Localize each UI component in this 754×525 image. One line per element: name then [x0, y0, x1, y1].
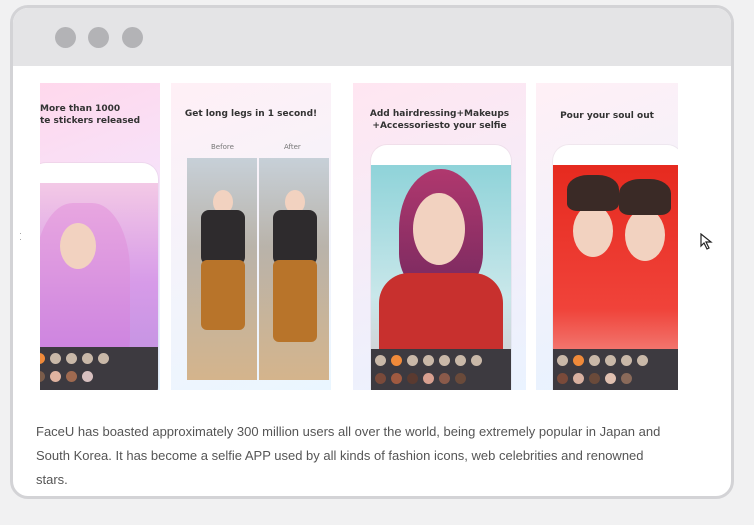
app-toolbar — [371, 349, 511, 390]
card-caption: More than 1000 te stickers released — [40, 103, 160, 127]
no-icon[interactable] — [375, 355, 386, 366]
window-dot-icon[interactable] — [55, 27, 76, 48]
sticker-icon[interactable] — [637, 355, 648, 366]
sticker-icon[interactable] — [50, 371, 61, 382]
window-dot-icon[interactable] — [88, 27, 109, 48]
sticker-icon[interactable] — [589, 373, 600, 384]
sticker-icon[interactable] — [439, 373, 450, 384]
caption-line: +Accessoriesto your selfie — [372, 121, 507, 131]
caption-line: Add hairdressing+Makeups — [369, 109, 510, 119]
sticker-icon[interactable] — [40, 371, 45, 382]
sticker-icon[interactable] — [391, 373, 402, 384]
sticker-icon[interactable] — [605, 355, 616, 366]
gallery-card-long-legs[interactable]: Get long legs in 1 second! Before After — [171, 83, 331, 390]
gallery-card-makeup[interactable]: Add hairdressing+Makeups +Accessoriesto … — [353, 83, 526, 390]
phone-screen — [371, 165, 511, 390]
phone-screen — [40, 183, 158, 390]
before-label: Before — [211, 143, 234, 151]
trousers — [273, 260, 317, 342]
phone-mockup — [371, 145, 511, 390]
after-label: After — [284, 143, 301, 151]
window-titlebar — [13, 8, 731, 66]
sticker-icon[interactable] — [391, 355, 402, 366]
sticker-icon[interactable] — [471, 355, 482, 366]
sticker-icon[interactable] — [557, 373, 568, 384]
face — [625, 209, 665, 261]
app-description: FaceU has boasted approximately 300 mill… — [36, 424, 661, 487]
face — [573, 205, 613, 257]
sticker-icon[interactable] — [66, 353, 77, 364]
sticker-icon[interactable] — [50, 353, 61, 364]
sticker-icon[interactable] — [407, 355, 418, 366]
sticker-icon[interactable] — [605, 373, 616, 384]
trousers — [201, 260, 245, 330]
sticker-icon[interactable] — [375, 373, 386, 384]
sticker-icon[interactable] — [439, 355, 450, 366]
mouse-cursor-icon — [699, 232, 715, 251]
sticker-icon[interactable] — [82, 353, 93, 364]
card-caption: Get long legs in 1 second! — [184, 109, 318, 119]
sticker-icon[interactable] — [407, 373, 418, 384]
sticker-icon[interactable] — [423, 373, 434, 384]
sticker-icon[interactable] — [573, 373, 584, 384]
sticker-icon[interactable] — [98, 353, 109, 364]
scroll-indicator-icon: · · — [19, 228, 22, 244]
card-caption: Pour your soul out — [560, 111, 654, 121]
caption-line: More than 1000 — [40, 104, 121, 114]
app-toolbar — [40, 347, 158, 390]
card-caption: Add hairdressing+Makeups +Accessoriesto … — [353, 108, 526, 132]
sticker-icon[interactable] — [455, 373, 466, 384]
sticker-icon[interactable] — [66, 371, 77, 382]
sticker-icon[interactable] — [621, 355, 632, 366]
sticker-icon[interactable] — [573, 355, 584, 366]
screenshot-gallery[interactable]: ·· More than 1000 te stickers released — [13, 66, 731, 396]
face — [413, 193, 465, 265]
gallery-card-pour-soul[interactable]: Pour your soul out — [536, 83, 678, 390]
sticker-icon[interactable] — [423, 355, 434, 366]
jacket — [201, 210, 245, 265]
sticker-icon[interactable] — [40, 353, 45, 364]
gallery-card-stickers[interactable]: More than 1000 te stickers released — [40, 83, 160, 390]
after-photo — [259, 158, 329, 380]
jacket — [273, 210, 317, 265]
phone-mockup — [40, 163, 158, 390]
phone-mockup — [553, 145, 678, 390]
before-photo — [187, 158, 257, 380]
hair-buns — [567, 175, 619, 211]
sticker-icon[interactable] — [589, 355, 600, 366]
no-icon[interactable] — [557, 355, 568, 366]
sticker-icon[interactable] — [621, 373, 632, 384]
sticker-icon[interactable] — [82, 371, 93, 382]
red-jacket — [379, 273, 503, 353]
app-toolbar — [553, 349, 678, 390]
phone-screen — [553, 165, 678, 390]
hair-buns — [619, 179, 671, 215]
sticker-icon[interactable] — [455, 355, 466, 366]
caption-line: te stickers released — [40, 116, 141, 126]
window-dot-icon[interactable] — [122, 27, 143, 48]
face — [60, 223, 96, 269]
